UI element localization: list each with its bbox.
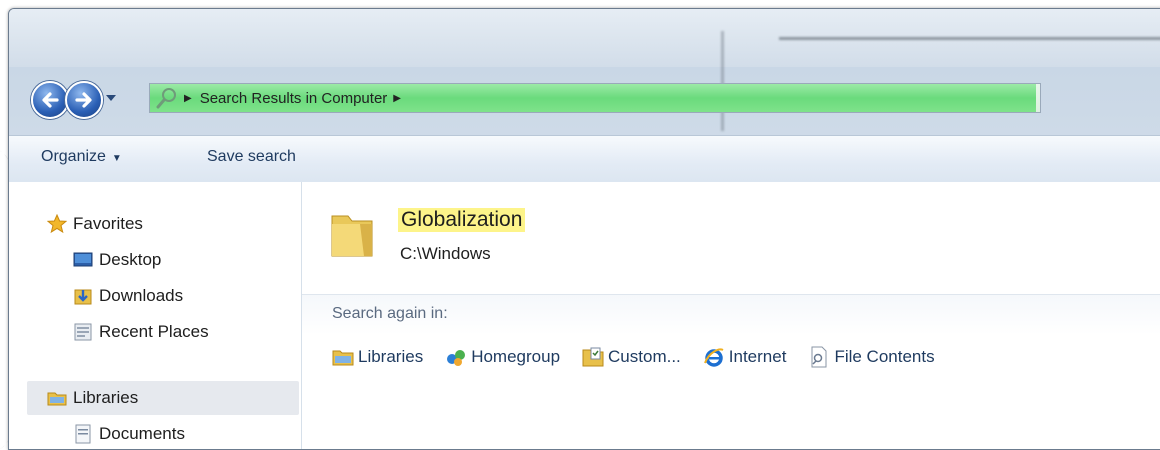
command-bar: Organize ▼ Save search (9, 135, 1160, 183)
chevron-right-icon[interactable]: ▶ (184, 93, 192, 104)
nav-favorites[interactable]: Favorites (47, 212, 143, 236)
background-line (779, 37, 1160, 40)
address-bar[interactable]: ▶ Search Results in Computer ▶ (149, 83, 1041, 113)
file-contents-location-label: File Contents (834, 347, 935, 366)
homegroup-location-label: Homegroup (471, 347, 561, 366)
recent-places-icon (74, 323, 92, 341)
libraries-icon (332, 350, 354, 366)
downloads-icon (74, 289, 92, 305)
content-pane: Globalization C:\Windows Search again in… (302, 182, 1160, 449)
homegroup-icon (447, 350, 466, 366)
nav-downloads[interactable]: Downloads (73, 284, 183, 308)
libraries-label: Libraries (73, 388, 139, 407)
search-again-locations: Libraries Homegroup Custom... Internet F… (332, 343, 957, 371)
internet-location-label: Internet (728, 347, 787, 366)
search-result-item[interactable]: Globalization C:\Windows (330, 200, 690, 270)
search-again-panel: Search again in: Libraries Homegroup Cus… (302, 294, 1160, 449)
documents-icon (75, 424, 91, 444)
nav-desktop[interactable]: Desktop (73, 248, 161, 272)
explorer-window: ▶ Search Results in Computer ▶ Organize ▼… (8, 8, 1160, 450)
recent-pages-dropdown[interactable] (105, 91, 117, 105)
star-icon (47, 214, 67, 234)
libraries-location-label: Libraries (358, 347, 424, 366)
libraries-icon (47, 392, 67, 406)
search-again-homegroup[interactable]: Homegroup (445, 346, 560, 368)
forward-button[interactable] (65, 81, 103, 119)
result-path: C:\Windows (400, 244, 491, 263)
documents-label: Documents (99, 424, 185, 443)
arrow-right-icon (75, 92, 92, 108)
arrow-left-icon (42, 92, 59, 108)
navigation-pane: Favorites Desktop Downloads Recent Place… (9, 182, 302, 449)
desktop-label: Desktop (99, 250, 162, 269)
downloads-label: Downloads (99, 286, 184, 305)
nav-documents[interactable]: Documents (73, 422, 185, 446)
back-button[interactable] (31, 81, 69, 119)
search-again-libraries[interactable]: Libraries (332, 346, 423, 368)
search-again-internet[interactable]: Internet (703, 346, 787, 368)
organize-label: Organize (41, 148, 106, 165)
search-again-label: Search again in: (332, 305, 448, 322)
organize-button[interactable]: Organize ▼ (41, 148, 122, 166)
nav-recent-places[interactable]: Recent Places (73, 320, 209, 344)
breadcrumb-search-results[interactable]: Search Results in Computer (200, 90, 388, 107)
internet-explorer-icon (703, 348, 724, 367)
custom-folder-icon (582, 347, 604, 367)
custom-location-label: Custom... (608, 347, 681, 366)
search-again-custom[interactable]: Custom... (582, 346, 681, 368)
folder-icon (331, 215, 373, 257)
chevron-right-icon[interactable]: ▶ (393, 93, 401, 104)
file-contents-icon (811, 346, 827, 368)
recent-places-label: Recent Places (99, 322, 209, 341)
result-name: Globalization (398, 208, 526, 232)
nav-libraries[interactable]: Libraries (47, 386, 138, 410)
navigation-bar: ▶ Search Results in Computer ▶ (31, 81, 1160, 121)
desktop-icon (73, 252, 93, 267)
caret-down-icon: ▼ (111, 153, 122, 164)
favorites-label: Favorites (73, 214, 143, 233)
save-search-button[interactable]: Save search (207, 148, 296, 166)
search-again-file-contents[interactable]: File Contents (808, 346, 935, 368)
search-magnifier-icon (156, 88, 176, 109)
